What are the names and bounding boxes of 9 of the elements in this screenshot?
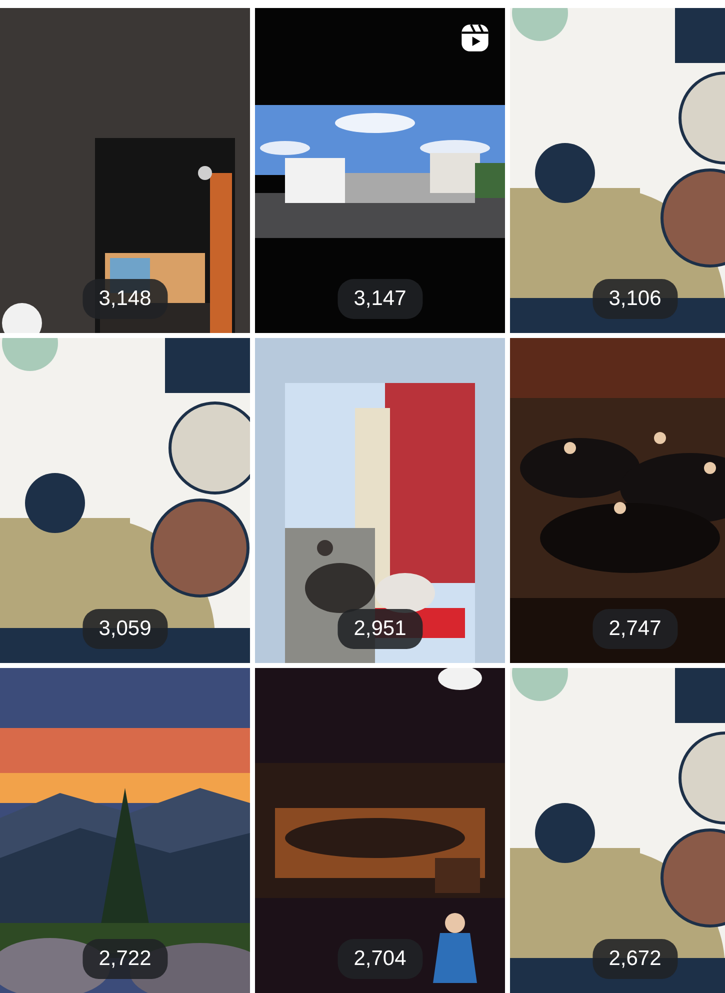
view-count: 3,106 bbox=[592, 279, 678, 319]
view-count: 2,672 bbox=[592, 939, 678, 979]
view-count: 3,148 bbox=[82, 279, 168, 319]
view-count: 2,704 bbox=[338, 939, 422, 979]
view-count: 2,722 bbox=[82, 939, 168, 979]
view-count: 2,951 bbox=[338, 609, 422, 649]
view-count: 2,747 bbox=[592, 609, 678, 649]
view-count: 3,147 bbox=[338, 279, 422, 319]
view-count: 3,059 bbox=[82, 609, 168, 649]
